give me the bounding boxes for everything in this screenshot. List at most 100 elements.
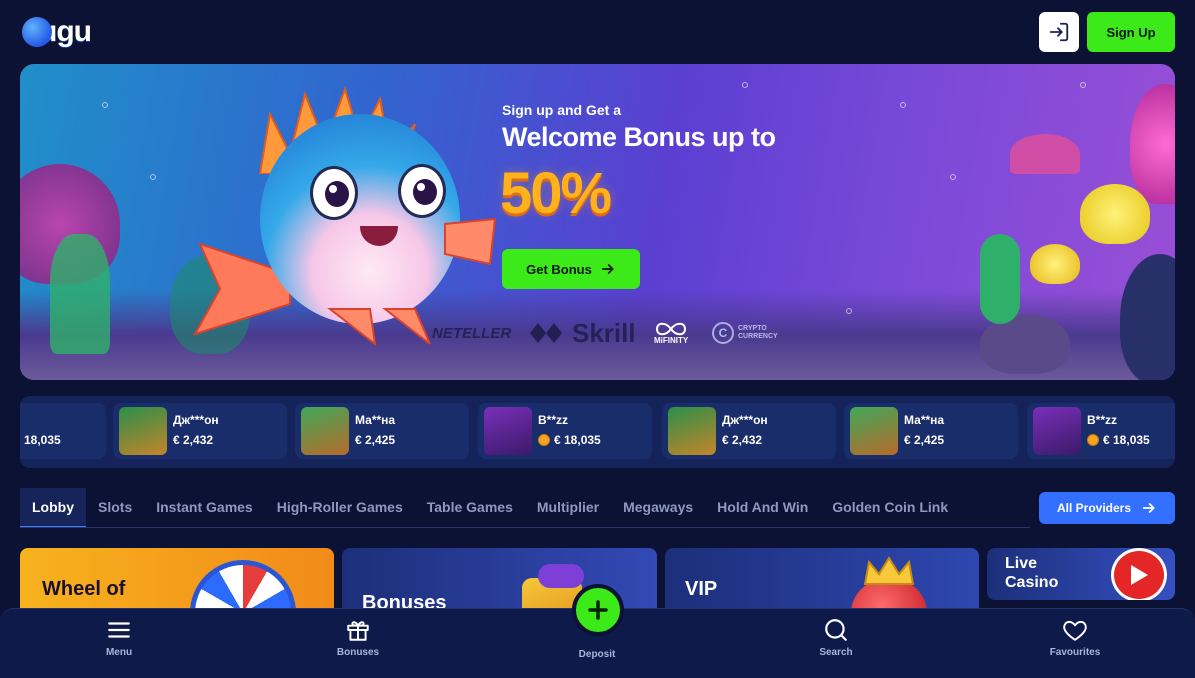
ticker-item[interactable]: B**zz € 18,035 — [478, 403, 652, 459]
bubble — [150, 174, 156, 180]
bubble — [102, 102, 108, 108]
tab-multiplier[interactable]: Multiplier — [525, 488, 611, 527]
nav-menu[interactable]: Menu — [74, 617, 164, 658]
search-icon — [825, 619, 847, 641]
coral-right-yellow-2 — [1030, 244, 1080, 284]
ticker-item[interactable]: 18,035 — [20, 403, 106, 459]
ticker-item[interactable]: B**zz € 18,035 — [1027, 403, 1175, 459]
fish-mouth — [360, 226, 398, 246]
game-thumbnail — [668, 407, 716, 455]
nav-deposit[interactable]: Deposit — [552, 649, 642, 660]
heart-icon — [1063, 620, 1087, 641]
all-providers-button[interactable]: All Providers — [1039, 492, 1175, 524]
winner-name: Ма**на — [904, 413, 945, 427]
winner-name: Дж***он — [722, 413, 768, 427]
bubble — [900, 102, 906, 108]
winner-name: B**zz — [538, 413, 569, 427]
card-title: Wheel of — [42, 578, 126, 600]
menu-icon — [108, 622, 130, 638]
logo-ball-icon — [22, 17, 52, 47]
winner-name: B**zz — [1087, 413, 1118, 427]
win-amount: € 2,425 — [355, 433, 396, 447]
coral-right-pink — [1130, 84, 1175, 204]
nav-favourites[interactable]: Favourites — [1030, 617, 1120, 658]
game-thumbnail — [1033, 407, 1081, 455]
deposit-button[interactable] — [572, 584, 624, 636]
crypto-logo: C CRYPTO CURRENCY — [712, 320, 778, 346]
puffer-fish-body — [260, 114, 460, 324]
nav-menu-label: Menu — [105, 647, 133, 658]
coral-right-yellow — [1080, 184, 1150, 244]
arrow-right-icon — [1142, 503, 1155, 513]
coral-right-mushroom — [1010, 134, 1080, 174]
live-casino-card[interactable]: Live Casino — [987, 548, 1175, 600]
game-thumbnail — [850, 407, 898, 455]
nav-search-label: Search — [819, 647, 853, 658]
bubble — [742, 82, 748, 88]
hero-banner[interactable]: Sign up and Get a Welcome Bonus up to 50… — [20, 64, 1175, 380]
winner-name: Ма**на — [355, 413, 396, 427]
recent-wins-ticker: 18,035 Дж***он € 2,432 Ма**на € 2,425 B*… — [20, 396, 1175, 468]
tab-instant-games[interactable]: Instant Games — [144, 488, 264, 527]
win-amount: € 2,432 — [722, 433, 763, 447]
signup-button[interactable]: Sign Up — [1087, 12, 1175, 52]
win-amount: € 2,425 — [904, 433, 945, 447]
card-title: Live Casino — [1005, 555, 1059, 591]
tab-slots[interactable]: Slots — [86, 488, 144, 527]
tab-high-roller-games[interactable]: High-Roller Games — [265, 488, 415, 527]
arrow-right-icon — [601, 264, 614, 274]
win-amount: € 18,035 — [1087, 433, 1150, 447]
nav-favourites-label: Favourites — [1049, 647, 1101, 658]
gift-icon — [347, 621, 369, 641]
game-thumbnail — [119, 407, 167, 455]
plus-icon — [588, 600, 608, 620]
skrill-text: Skrill — [572, 317, 636, 348]
ticker-item[interactable]: Дж***он € 2,432 — [662, 403, 836, 459]
tab-hold-and-win[interactable]: Hold And Win — [705, 488, 820, 527]
crown-icon — [863, 556, 915, 585]
crypto-coin-icon: C — [712, 322, 734, 344]
neteller-logo: NETELLER — [432, 324, 512, 342]
nav-search[interactable]: Search — [791, 617, 881, 658]
category-tabs: Lobby Slots Instant Games High-Roller Ga… — [20, 488, 1030, 528]
get-bonus-label: Get Bonus — [526, 261, 592, 277]
bubble — [950, 174, 956, 180]
win-amount: € 2,432 — [173, 433, 214, 447]
game-thumbnail — [301, 407, 349, 455]
tab-megaways[interactable]: Megaways — [611, 488, 705, 527]
bubble — [1080, 82, 1086, 88]
fish-fin-right — [444, 217, 497, 266]
card-title: VIP — [685, 578, 718, 600]
hero-title: Welcome Bonus up to — [502, 122, 776, 152]
skrill-logo: Skrill — [528, 317, 636, 348]
ticker-item[interactable]: Ма**на € 2,425 — [295, 403, 469, 459]
fugu-logo[interactable]: fugu — [22, 14, 92, 50]
crypto-text: CRYPTO CURRENCY — [738, 325, 778, 340]
get-bonus-button[interactable]: Get Bonus — [502, 249, 640, 289]
tab-golden-coin-link[interactable]: Golden Coin Link — [820, 488, 960, 527]
winner-name: Дж***он — [173, 413, 219, 427]
coin-icon — [1087, 434, 1099, 446]
skrill-mark-icon — [530, 323, 562, 343]
fish-eye-left — [310, 166, 358, 220]
win-amount: 18,035 — [24, 433, 61, 447]
mifinity-text: MiFINITY — [654, 335, 689, 345]
coin-icon — [538, 434, 550, 446]
game-thumbnail — [484, 407, 532, 455]
nav-deposit-label: Deposit — [578, 649, 616, 660]
gift-ribbon-icon — [538, 564, 584, 588]
play-icon — [1111, 548, 1167, 600]
nav-bonuses[interactable]: Bonuses — [313, 617, 403, 658]
tab-table-games[interactable]: Table Games — [415, 488, 525, 527]
ticker-item[interactable]: Дж***он € 2,432 — [113, 403, 287, 459]
tab-lobby[interactable]: Lobby — [20, 488, 86, 527]
mifinity-logo: MiFINITY — [654, 318, 688, 348]
ticker-item[interactable]: Ма**на € 2,425 — [844, 403, 1018, 459]
cactus-right — [980, 234, 1020, 324]
fish-eye-right — [398, 164, 446, 218]
all-providers-label: All Providers — [1056, 501, 1132, 515]
hero-subtitle: Sign up and Get a — [502, 102, 622, 118]
bubble — [846, 308, 852, 314]
login-button[interactable] — [1039, 12, 1079, 52]
hero-percent: 50% — [500, 161, 612, 226]
